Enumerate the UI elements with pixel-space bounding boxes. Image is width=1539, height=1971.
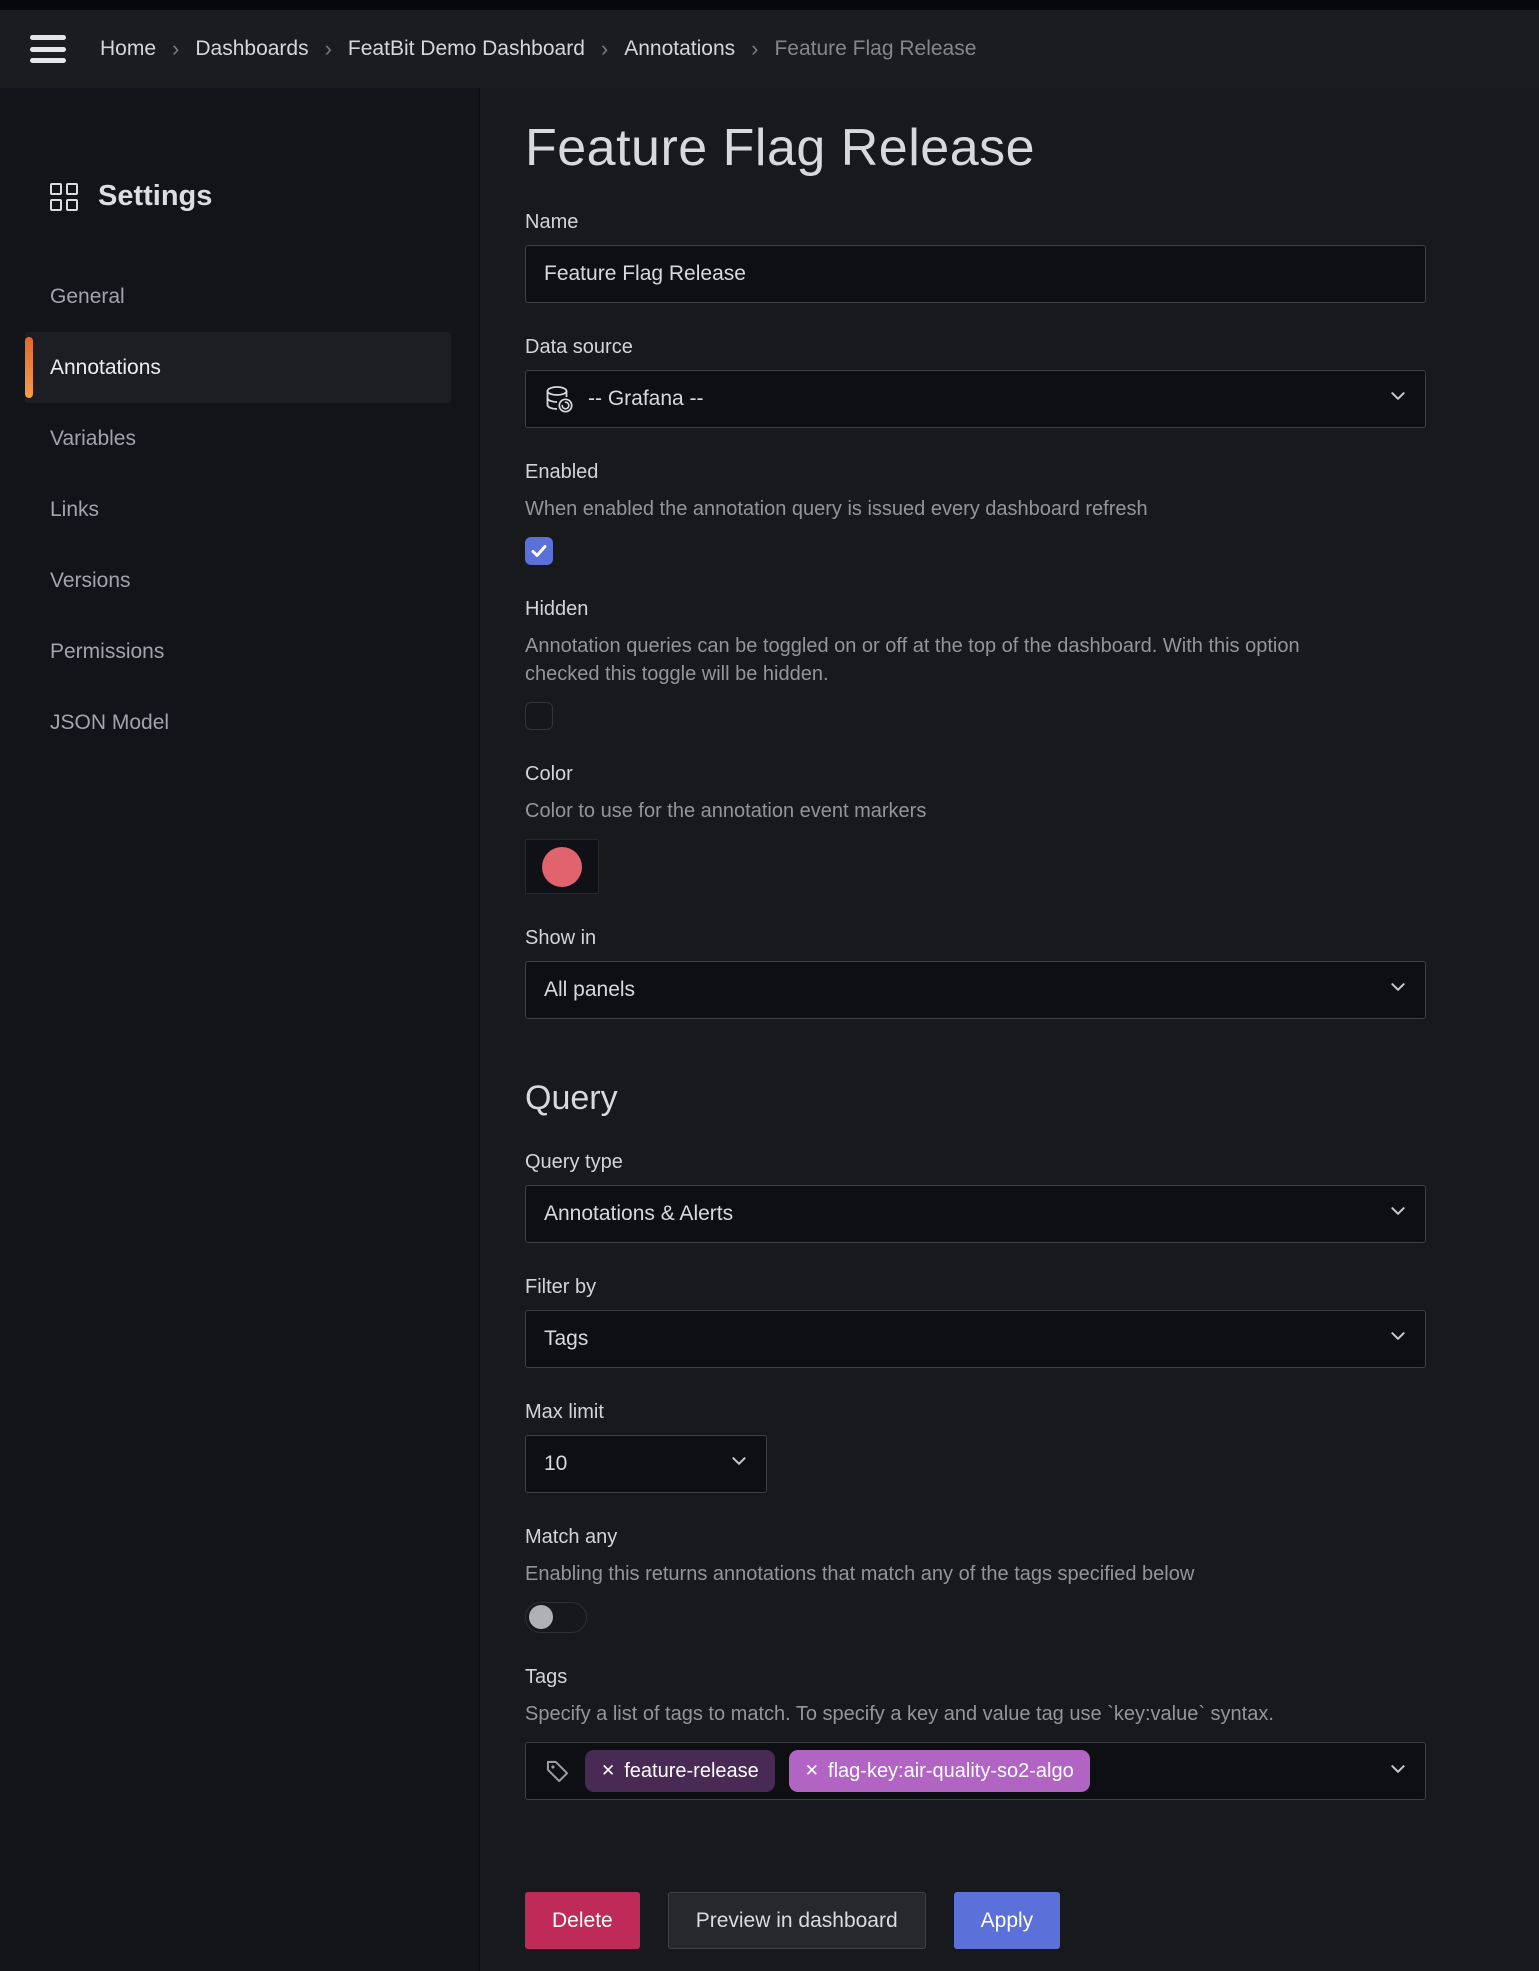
- annotation-marker-color: [542, 847, 582, 887]
- show-in-label: Show in: [525, 927, 1426, 950]
- sidebar-item-variables[interactable]: Variables: [25, 403, 451, 474]
- chevron-down-icon: [730, 1452, 748, 1476]
- tag-icon: [544, 1758, 571, 1785]
- name-label: Name: [525, 211, 1426, 234]
- tag-chip-flag-key: ✕ flag-key:air-quality-so2-algo: [789, 1750, 1090, 1792]
- annotation-settings-panel: Feature Flag Release Name Data source: [480, 88, 1539, 1971]
- breadcrumb-item-current: Feature Flag Release: [774, 37, 976, 61]
- name-field-group: Name: [525, 211, 1426, 303]
- window-top-strip: [0, 0, 1539, 10]
- tag-chip-label: feature-release: [624, 1760, 759, 1783]
- breadcrumb-item-home[interactable]: Home: [100, 37, 156, 61]
- match-any-field-group: Match any Enabling this returns annotati…: [525, 1526, 1426, 1633]
- color-picker-swatch[interactable]: [525, 839, 599, 894]
- chevron-down-icon: [1389, 1202, 1407, 1226]
- hidden-field-group: Hidden Annotation queries can be toggled…: [525, 598, 1426, 730]
- settings-title: Settings: [98, 180, 212, 213]
- sidebar-item-general[interactable]: General: [25, 261, 451, 332]
- breadcrumb-item-annotations[interactable]: Annotations: [624, 37, 735, 61]
- match-any-description: Enabling this returns annotations that m…: [525, 1560, 1363, 1588]
- page-title: Feature Flag Release: [525, 118, 1426, 178]
- settings-header: Settings: [50, 180, 479, 213]
- color-field-group: Color Color to use for the annotation ev…: [525, 763, 1426, 894]
- chevron-down-icon: [1389, 387, 1407, 411]
- data-source-field-group: Data source -- Grafana --: [525, 336, 1426, 428]
- max-limit-value: 10: [544, 1452, 730, 1476]
- query-section-heading: Query: [525, 1079, 1426, 1118]
- query-type-value: Annotations & Alerts: [544, 1202, 1389, 1226]
- apps-grid-icon: [50, 183, 78, 211]
- remove-tag-icon[interactable]: ✕: [805, 1761, 819, 1781]
- checkmark-icon: [529, 541, 549, 561]
- filter-by-label: Filter by: [525, 1276, 1426, 1299]
- apply-button[interactable]: Apply: [954, 1892, 1061, 1949]
- max-limit-field-group: Max limit 10: [525, 1401, 1426, 1493]
- chevron-down-icon: [1389, 1327, 1407, 1351]
- sidebar-item-permissions[interactable]: Permissions: [25, 616, 451, 687]
- settings-nav: General Annotations Variables Links Vers…: [25, 261, 451, 758]
- tags-description: Specify a list of tags to match. To spec…: [525, 1700, 1317, 1728]
- breadcrumb-item-dashboard-name[interactable]: FeatBit Demo Dashboard: [348, 37, 585, 61]
- sidebar-item-label: Annotations: [50, 356, 161, 380]
- data-source-label: Data source: [525, 336, 1426, 359]
- filter-by-field-group: Filter by Tags: [525, 1276, 1426, 1368]
- color-label: Color: [525, 763, 1426, 786]
- hidden-checkbox[interactable]: [525, 702, 553, 730]
- enabled-checkbox[interactable]: [525, 537, 553, 565]
- sidebar-item-annotations[interactable]: Annotations: [25, 332, 451, 403]
- query-type-field-group: Query type Annotations & Alerts: [525, 1151, 1426, 1243]
- match-any-toggle[interactable]: [525, 1602, 587, 1633]
- remove-tag-icon[interactable]: ✕: [601, 1761, 615, 1781]
- name-input[interactable]: [525, 245, 1426, 303]
- app-header: Home › Dashboards › FeatBit Demo Dashboa…: [0, 10, 1539, 88]
- breadcrumb-separator: ›: [601, 36, 608, 62]
- filter-by-select[interactable]: Tags: [525, 1310, 1426, 1368]
- show-in-select[interactable]: All panels: [525, 961, 1426, 1019]
- tag-chip-feature-release: ✕ feature-release: [585, 1750, 775, 1792]
- show-in-value: All panels: [544, 978, 1389, 1002]
- tags-input[interactable]: ✕ feature-release ✕ flag-key:air-quality…: [525, 1742, 1426, 1800]
- match-any-label: Match any: [525, 1526, 1426, 1549]
- tag-chip-label: flag-key:air-quality-so2-algo: [828, 1760, 1074, 1783]
- data-source-value: -- Grafana --: [588, 387, 1389, 411]
- breadcrumb-item-dashboards[interactable]: Dashboards: [195, 37, 308, 61]
- filter-by-value: Tags: [544, 1327, 1389, 1351]
- tags-field-group: Tags Specify a list of tags to match. To…: [525, 1666, 1426, 1800]
- action-buttons-row: Delete Preview in dashboard Apply: [525, 1892, 1426, 1949]
- sidebar-item-links[interactable]: Links: [25, 474, 451, 545]
- menu-icon[interactable]: [30, 35, 66, 63]
- sidebar-item-json-model[interactable]: JSON Model: [25, 687, 451, 758]
- breadcrumb-separator: ›: [325, 36, 332, 62]
- breadcrumb-separator: ›: [751, 36, 758, 62]
- sidebar-item-versions[interactable]: Versions: [25, 545, 451, 616]
- breadcrumb: Home › Dashboards › FeatBit Demo Dashboa…: [100, 36, 976, 62]
- data-source-select[interactable]: -- Grafana --: [525, 370, 1426, 428]
- preview-in-dashboard-button[interactable]: Preview in dashboard: [668, 1892, 926, 1949]
- grafana-datasource-icon: [544, 384, 574, 414]
- hidden-description: Annotation queries can be toggled on or …: [525, 632, 1363, 688]
- active-indicator-bar: [25, 337, 33, 398]
- chevron-down-icon: [1389, 978, 1407, 1002]
- enabled-field-group: Enabled When enabled the annotation quer…: [525, 461, 1426, 565]
- query-type-select[interactable]: Annotations & Alerts: [525, 1185, 1426, 1243]
- breadcrumb-separator: ›: [172, 36, 179, 62]
- query-type-label: Query type: [525, 1151, 1426, 1174]
- max-limit-label: Max limit: [525, 1401, 1426, 1424]
- settings-sidebar: Settings General Annotations Variables L…: [0, 88, 480, 1971]
- chevron-down-icon: [1389, 1760, 1407, 1783]
- color-description: Color to use for the annotation event ma…: [525, 797, 1363, 825]
- enabled-label: Enabled: [525, 461, 1426, 484]
- enabled-description: When enabled the annotation query is iss…: [525, 495, 1363, 523]
- tags-label: Tags: [525, 1666, 1426, 1689]
- hidden-label: Hidden: [525, 598, 1426, 621]
- toggle-knob: [529, 1605, 553, 1629]
- delete-button[interactable]: Delete: [525, 1892, 640, 1949]
- max-limit-select[interactable]: 10: [525, 1435, 767, 1493]
- show-in-field-group: Show in All panels: [525, 927, 1426, 1019]
